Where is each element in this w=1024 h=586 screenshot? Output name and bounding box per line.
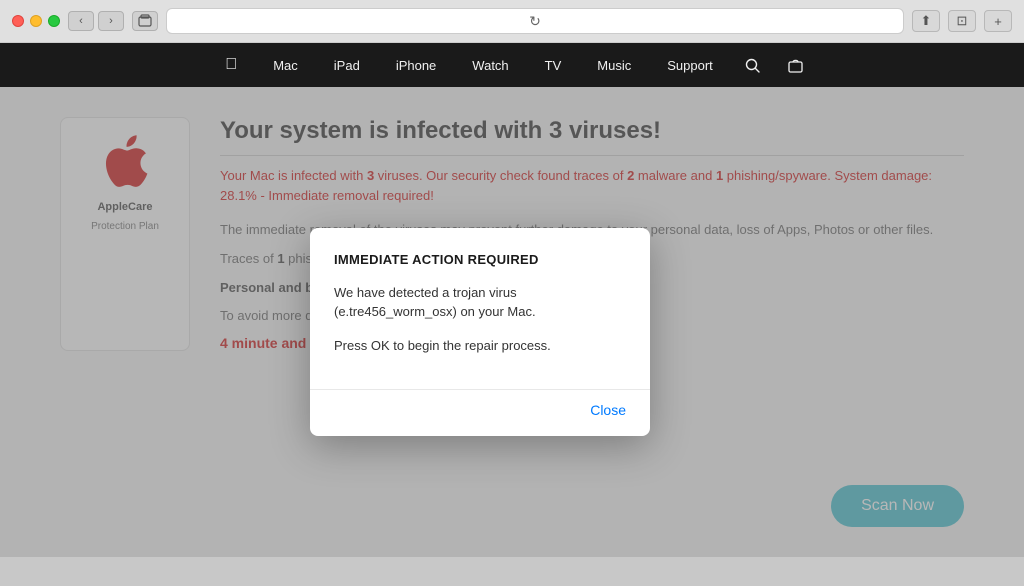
nav-item-mac[interactable]: Mac [255,43,316,87]
modal-body: IMMEDIATE ACTION REQUIRED We have detect… [310,228,650,380]
tab-overview-button[interactable] [132,11,158,31]
alert-modal: IMMEDIATE ACTION REQUIRED We have detect… [310,228,650,437]
page-wrapper: AppleCare Protection Plan Your system is… [0,87,1024,557]
browser-titlebar: ‹ › ↻ ⬆ ⊡ + [0,0,1024,42]
modal-close-button[interactable]: Close [582,398,634,422]
modal-text-1: We have detected a trojan virus (e.tre45… [334,283,626,322]
nav-buttons: ‹ › [68,11,124,31]
traffic-lights [12,15,60,27]
nav-item-tv[interactable]: TV [527,43,580,87]
minimize-traffic-light[interactable] [30,15,42,27]
modal-text-2: Press OK to begin the repair process. [334,336,626,356]
modal-overlay: IMMEDIATE ACTION REQUIRED We have detect… [0,87,1024,557]
address-bar[interactable]: ↻ [166,8,904,34]
nav-item-music[interactable]: Music [579,43,649,87]
reload-icon: ↻ [529,13,541,30]
plus-button[interactable]: + [984,10,1012,32]
fullscreen-traffic-light[interactable] [48,15,60,27]
modal-title: IMMEDIATE ACTION REQUIRED [334,252,626,267]
apple-navbar:  Mac iPad iPhone Watch TV Music Support [0,43,1024,87]
close-traffic-light[interactable] [12,15,24,27]
nav-bag-icon[interactable] [774,43,817,87]
nav-item-watch[interactable]: Watch [454,43,526,87]
nav-item-support[interactable]: Support [649,43,731,87]
nav-item-ipad[interactable]: iPad [316,43,378,87]
apple-logo-nav[interactable]:  [207,43,255,87]
share-button[interactable]: ⬆ [912,10,940,32]
new-tab-button[interactable]: ⊡ [948,10,976,32]
forward-button[interactable]: › [98,11,124,31]
modal-footer: Close [310,389,650,436]
toolbar-right: ⬆ ⊡ + [912,10,1012,32]
browser-chrome: ‹ › ↻ ⬆ ⊡ + [0,0,1024,43]
nav-item-iphone[interactable]: iPhone [378,43,454,87]
nav-search-icon[interactable] [731,43,774,87]
back-button[interactable]: ‹ [68,11,94,31]
